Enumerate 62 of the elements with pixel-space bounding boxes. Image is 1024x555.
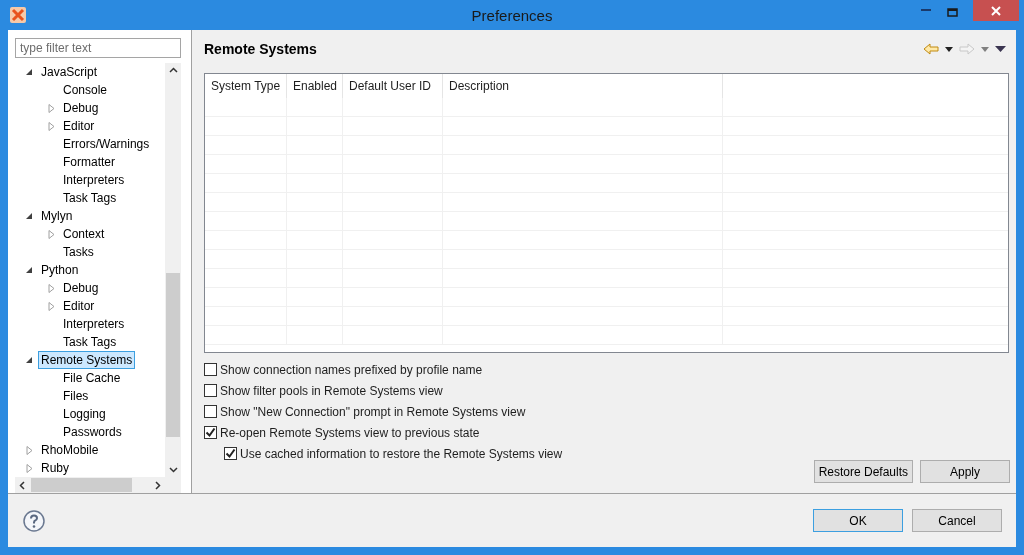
scroll-down-icon[interactable] xyxy=(168,467,178,473)
expanded-icon[interactable] xyxy=(25,356,34,364)
tree-item[interactable]: Context xyxy=(60,225,108,243)
vertical-scrollbar[interactable] xyxy=(165,63,181,477)
window-title: Preferences xyxy=(471,7,553,24)
tree-item[interactable]: Console xyxy=(60,81,111,99)
tree-item[interactable]: Mylyn xyxy=(38,207,76,225)
checkbox[interactable] xyxy=(204,363,217,376)
column-header[interactable]: Default User ID xyxy=(343,74,443,98)
tree-item[interactable]: Python xyxy=(38,261,82,279)
tree-item[interactable]: Files xyxy=(60,387,92,405)
dropdown-icon[interactable] xyxy=(945,46,953,52)
checkbox-label[interactable]: Use cached information to restore the Remote Systems view xyxy=(240,446,563,461)
tree-item[interactable]: Editor xyxy=(60,117,98,135)
filter-field[interactable]: type filter text xyxy=(15,38,181,58)
app-icon xyxy=(10,7,26,23)
dialog-button[interactable]: OK xyxy=(813,509,903,532)
checkbox-label[interactable]: Show "New Connection" prompt in Remote Systems view xyxy=(220,404,526,419)
tree-item[interactable]: JavaScript xyxy=(38,63,101,81)
horizontal-scrollbar[interactable] xyxy=(15,477,181,493)
tree-item[interactable]: Remote Systems xyxy=(38,351,136,369)
expanded-icon[interactable] xyxy=(25,68,34,76)
page-button[interactable]: Apply xyxy=(920,460,1010,483)
tree-item[interactable]: Debug xyxy=(60,99,102,117)
tree-item[interactable]: Task Tags xyxy=(60,333,120,351)
tree-item[interactable]: Formatter xyxy=(60,153,118,171)
checkbox-label[interactable]: Show connection names prefixed by profile name xyxy=(220,362,483,377)
tree-item[interactable]: Editor xyxy=(60,297,98,315)
close-icon xyxy=(991,5,1001,16)
tree-item[interactable]: RhoMobile xyxy=(38,441,102,459)
scroll-right-icon[interactable] xyxy=(155,480,161,490)
tree-item[interactable]: Logging xyxy=(60,405,109,423)
tree-item[interactable]: File Cache xyxy=(60,369,124,387)
tree-item[interactable]: Errors/Warnings xyxy=(60,135,153,153)
expanded-icon[interactable] xyxy=(25,212,34,220)
checkbox[interactable] xyxy=(204,405,217,418)
page-title: Remote Systems xyxy=(204,41,317,57)
expanded-icon[interactable] xyxy=(25,266,34,274)
tree-item[interactable]: Tasks xyxy=(60,243,97,261)
checkbox[interactable] xyxy=(224,447,237,460)
column-header[interactable]: Enabled xyxy=(287,74,343,98)
checkbox[interactable] xyxy=(204,384,217,397)
column-header[interactable]: Description xyxy=(443,74,723,98)
close-button[interactable] xyxy=(973,0,1019,21)
dialog-button[interactable]: Cancel xyxy=(912,509,1002,532)
minimize-icon[interactable] xyxy=(921,8,933,12)
tree-item[interactable]: Interpreters xyxy=(60,315,128,333)
page-button[interactable]: Restore Defaults xyxy=(813,460,913,483)
checkbox[interactable] xyxy=(204,426,217,439)
tree-item[interactable]: Debug xyxy=(60,279,102,297)
view-menu-icon[interactable] xyxy=(995,46,1006,52)
maximize-icon[interactable] xyxy=(947,8,959,18)
checkbox-label[interactable]: Re-open Remote Systems view to previous state xyxy=(220,425,480,440)
column-header[interactable]: System Type xyxy=(205,74,287,98)
tree-item[interactable]: Passwords xyxy=(60,423,125,441)
tree-item[interactable]: Ruby xyxy=(38,459,72,477)
tree-item[interactable]: Interpreters xyxy=(60,171,128,189)
scroll-up-icon[interactable] xyxy=(168,67,178,73)
scroll-left-icon[interactable] xyxy=(19,480,25,490)
checkbox-label[interactable]: Show filter pools in Remote Systems view xyxy=(220,383,443,398)
tree-item[interactable]: Task Tags xyxy=(60,189,120,207)
help-icon[interactable] xyxy=(23,509,45,532)
